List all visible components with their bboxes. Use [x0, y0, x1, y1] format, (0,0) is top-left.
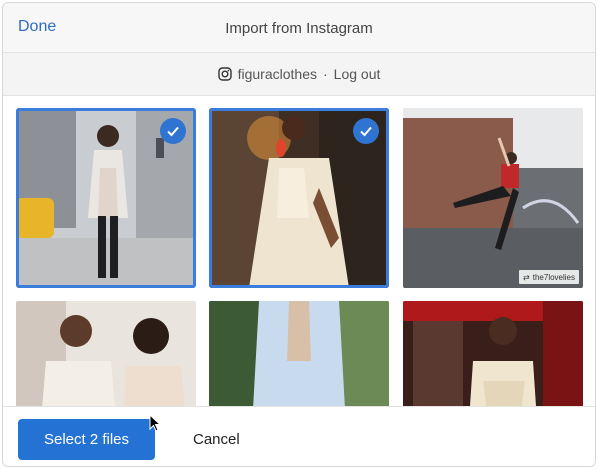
dialog-title: Import from Instagram [225, 20, 373, 37]
dialog-footer: Select 2 files Cancel [3, 406, 595, 466]
photo-tile[interactable]: ⇄ the7lovelies [403, 108, 583, 288]
cancel-button[interactable]: Cancel [181, 419, 252, 460]
account-username: figuraclothes [237, 66, 317, 82]
photo-thumbnail [209, 301, 389, 406]
account-separator: · [323, 66, 328, 82]
photo-tile[interactable] [403, 301, 583, 406]
mouse-pointer-icon [149, 414, 161, 432]
photo-grid: ⇄ the7lovelies [3, 96, 595, 406]
photo-tile[interactable] [209, 108, 389, 288]
select-files-button[interactable]: Select 2 files [18, 419, 155, 460]
selected-check-icon [160, 118, 186, 144]
account-bar: figuraclothes · Log out [3, 53, 595, 96]
photo-thumbnail [16, 301, 196, 406]
instagram-icon [217, 67, 232, 81]
repost-icon: ⇄ [523, 272, 530, 282]
photo-thumbnail [403, 108, 583, 288]
selected-check-icon [353, 118, 379, 144]
photo-tile[interactable] [209, 301, 389, 406]
import-dialog: Done Import from Instagram figuraclothes… [2, 2, 596, 467]
dialog-header: Done Import from Instagram [3, 3, 595, 53]
watermark-label: the7lovelies [532, 272, 575, 282]
photo-thumbnail [403, 301, 583, 406]
photo-watermark: ⇄ the7lovelies [519, 270, 579, 284]
photo-tile[interactable] [16, 301, 196, 406]
photo-tile[interactable] [16, 108, 196, 288]
logout-link[interactable]: Log out [334, 66, 381, 82]
